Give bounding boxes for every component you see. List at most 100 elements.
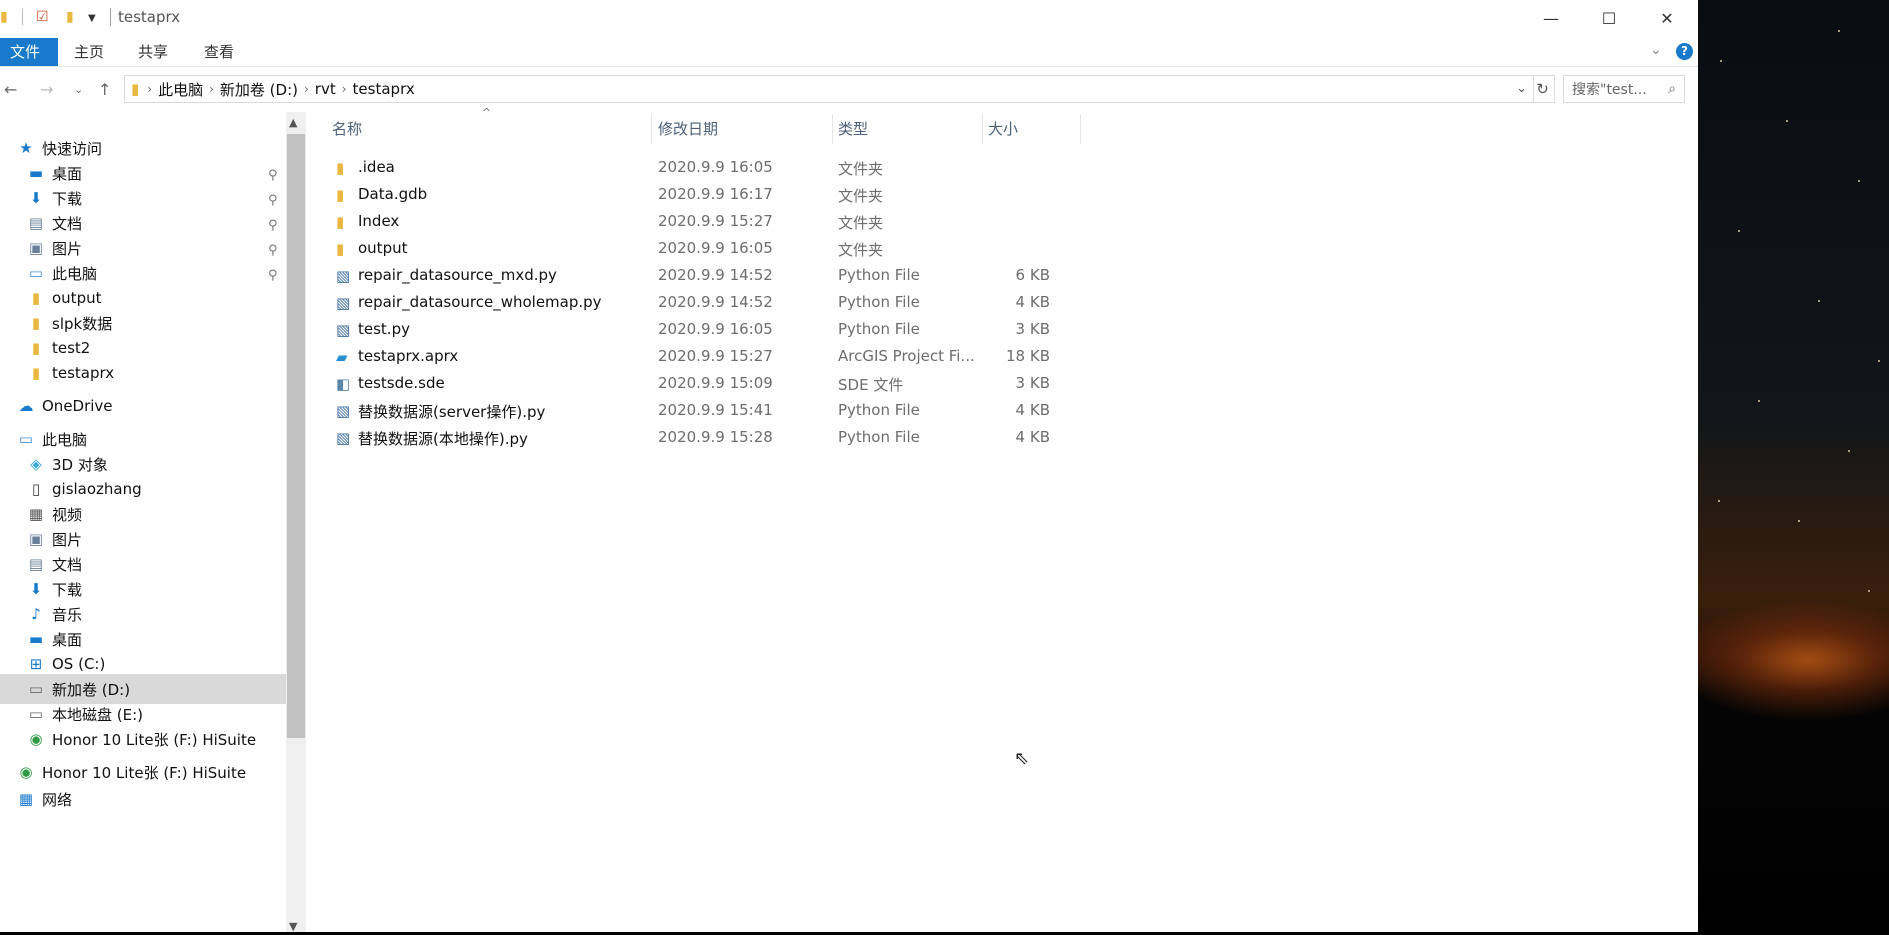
search-input[interactable]: 搜索"test... <box>1572 79 1647 99</box>
folder-icon: ▮ <box>336 240 345 258</box>
breadcrumb-testaprx[interactable]: testaprx <box>353 80 415 98</box>
forward-icon[interactable]: → <box>40 80 53 99</box>
file-name: Index <box>358 212 400 230</box>
arcgis-project-icon: ▰ <box>336 348 348 366</box>
column-header-name[interactable]: 名称 <box>332 112 362 146</box>
nav-item-drive-f[interactable]: ◉ Honor 10 Lite张 (F:) HiSuite <box>26 724 256 754</box>
file-row[interactable]: ▧ test.py 2020.9.9 16:05 Python File 3 K… <box>330 316 1080 343</box>
nav-label: testaprx <box>52 364 115 382</box>
dropdown-icon[interactable]: ▼ <box>88 13 96 24</box>
nav-label: 图片 <box>52 239 83 258</box>
nav-item-testaprx[interactable]: ▮ testaprx <box>26 358 114 388</box>
download-icon: ⬇ <box>29 189 43 207</box>
nav-network[interactable]: ▦ 网络 <box>16 790 72 808</box>
file-row[interactable]: ▧ 替换数据源(server操作).py 2020.9.9 15:41 Pyth… <box>330 397 1080 424</box>
expand-ribbon-icon[interactable]: ⌄ <box>1650 42 1662 58</box>
refresh-button[interactable]: ↻ <box>1531 75 1555 103</box>
folder-icon: ▮ <box>131 80 140 98</box>
nav-scrollbar-thumb[interactable] <box>287 134 305 738</box>
folder-icon: ▮ <box>31 339 41 357</box>
up-icon[interactable]: ↑ <box>98 80 111 99</box>
file-size: 3 KB <box>1015 320 1050 338</box>
file-name: output <box>358 239 408 257</box>
address-dropdown-icon[interactable]: ⌄ <box>1516 81 1527 96</box>
file-date: 2020.9.9 16:17 <box>658 185 773 203</box>
music-icon: ♪ <box>31 605 41 623</box>
new-folder-icon[interactable]: ▮ <box>66 9 74 25</box>
file-row[interactable]: ▧ repair_datasource_mxd.py 2020.9.9 14:5… <box>330 262 1080 289</box>
nav-label: 音乐 <box>52 605 83 624</box>
file-size: 4 KB <box>1015 428 1050 446</box>
file-type: Python File <box>838 428 920 446</box>
tab-share[interactable]: 共享 <box>128 38 178 66</box>
document-icon: ▤ <box>28 214 44 232</box>
pin-icon[interactable]: ⚲ <box>268 243 278 258</box>
file-row[interactable]: ▮ Data.gdb 2020.9.9 16:17 文件夹 <box>330 181 1080 208</box>
file-row[interactable]: ▧ repair_datasource_wholemap.py 2020.9.9… <box>330 289 1080 316</box>
file-row[interactable]: ▮ output 2020.9.9 16:05 文件夹 <box>330 235 1080 262</box>
properties-icon[interactable]: ☑ <box>36 9 49 25</box>
file-row[interactable]: ▮ Index 2020.9.9 15:27 文件夹 <box>330 208 1080 235</box>
file-name: .idea <box>358 158 395 176</box>
pin-icon[interactable]: ⚲ <box>268 168 278 183</box>
nav-label: 文档 <box>52 555 83 574</box>
nav-label: 下载 <box>52 189 83 208</box>
column-divider[interactable] <box>1080 114 1081 144</box>
breadcrumb-this-pc[interactable]: 此电脑 <box>158 79 203 100</box>
file-type: Python File <box>838 293 920 311</box>
tab-home[interactable]: 主页 <box>64 38 114 66</box>
column-divider[interactable] <box>651 114 652 144</box>
column-header-date[interactable]: 修改日期 <box>658 112 718 146</box>
nav-onedrive[interactable]: ☁ OneDrive <box>16 391 113 421</box>
desktop-background <box>1698 0 1889 935</box>
recent-locations-icon[interactable]: ⌄ <box>74 83 83 96</box>
search-box[interactable]: 搜索"test... ⌕ <box>1563 75 1685 103</box>
nav-label: 新加卷 (D:) <box>52 680 131 699</box>
column-divider[interactable] <box>832 114 833 144</box>
nav-hisuite-root[interactable]: ◉ Honor 10 Lite张 (F:) HiSuite <box>16 757 246 787</box>
chevron-right-icon: › <box>303 82 309 96</box>
tab-file[interactable]: 文件 <box>0 38 58 66</box>
help-icon[interactable]: ? <box>1676 43 1693 60</box>
scroll-up-icon[interactable]: ▲ <box>289 116 297 129</box>
tab-view[interactable]: 查看 <box>194 38 244 66</box>
nav-label: 文档 <box>52 214 83 233</box>
window-title: testaprx <box>118 8 181 26</box>
file-type: ArcGIS Project Fi... <box>838 347 975 365</box>
file-row[interactable]: ▰ testaprx.aprx 2020.9.9 15:27 ArcGIS Pr… <box>330 343 1080 370</box>
maximize-button[interactable]: ☐ <box>1580 0 1638 36</box>
column-header-type[interactable]: 类型 <box>838 112 868 146</box>
file-row[interactable]: ▮ .idea 2020.9.9 16:05 文件夹 <box>330 154 1080 181</box>
picture-icon: ▣ <box>28 239 44 257</box>
folder-icon: ▮ <box>336 213 345 231</box>
column-header-size[interactable]: 大小 <box>988 112 1018 146</box>
scroll-down-icon[interactable]: ▼ <box>289 920 297 932</box>
pin-icon[interactable]: ⚲ <box>268 268 278 283</box>
nav-label: 此电脑 <box>52 264 98 283</box>
folder-icon: ▮ <box>0 9 8 25</box>
file-date: 2020.9.9 15:27 <box>658 347 773 365</box>
python-file-icon: ▧ <box>336 294 351 312</box>
file-row[interactable]: ▧ 替换数据源(本地操作).py 2020.9.9 15:28 Python F… <box>330 424 1080 451</box>
folder-icon: ▮ <box>336 159 345 177</box>
nav-label: 桌面 <box>52 164 83 183</box>
file-type: Python File <box>838 266 920 284</box>
breadcrumb-rvt[interactable]: rvt <box>315 80 336 98</box>
close-button[interactable]: ✕ <box>1638 0 1696 36</box>
sort-ascending-icon: ^ <box>482 106 492 119</box>
network-icon: ▦ <box>18 790 34 808</box>
pin-icon[interactable]: ⚲ <box>268 218 278 233</box>
file-date: 2020.9.9 16:05 <box>658 320 773 338</box>
file-row[interactable]: ◧ testsde.sde 2020.9.9 15:09 SDE 文件 3 KB <box>330 370 1080 397</box>
file-date: 2020.9.9 15:27 <box>658 212 773 230</box>
computer-icon: ▭ <box>28 264 44 282</box>
refresh-icon: ↻ <box>1536 80 1549 98</box>
column-divider[interactable] <box>982 114 983 144</box>
address-bar[interactable]: ▮ › 此电脑 › 新加卷 (D:) › rvt › testaprx ⌄ <box>124 75 1534 103</box>
pin-icon[interactable]: ⚲ <box>268 193 278 208</box>
minimize-button[interactable]: — <box>1522 0 1580 36</box>
file-date: 2020.9.9 15:09 <box>658 374 773 392</box>
document-icon: ▤ <box>28 555 44 573</box>
breadcrumb-drive-d[interactable]: 新加卷 (D:) <box>220 79 298 100</box>
back-icon[interactable]: ← <box>4 80 17 99</box>
